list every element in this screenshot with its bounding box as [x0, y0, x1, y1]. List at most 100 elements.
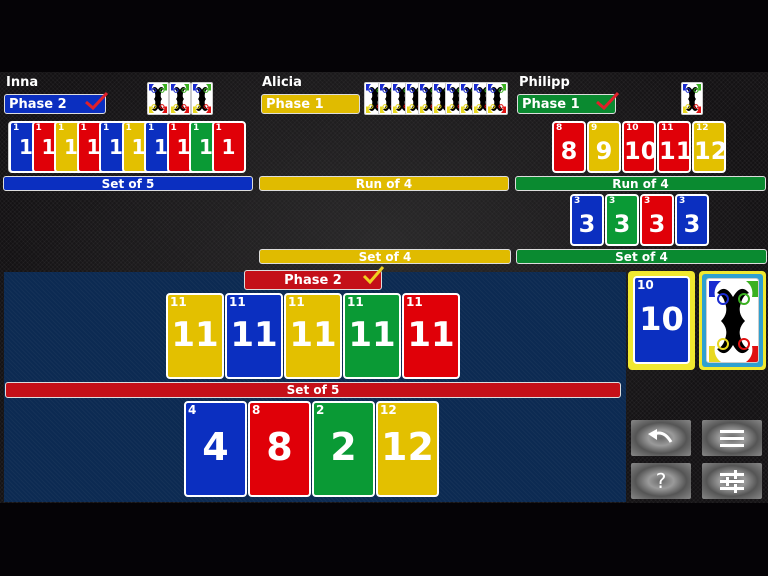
phase-label: Phase 2	[284, 273, 342, 288]
card-yellow-12[interactable]: 12 12	[692, 121, 726, 173]
card-blue-4[interactable]: 44	[184, 401, 247, 497]
phase-badge: Phase 1	[517, 91, 620, 114]
card-corner-value: 10	[626, 123, 639, 133]
card-corner-value: 11	[229, 295, 246, 309]
card-value: 11	[659, 137, 691, 165]
menu-button[interactable]	[702, 420, 762, 456]
card-corner-value: 1	[58, 123, 65, 133]
card-corner-value: 1	[215, 123, 222, 133]
card-back-icon	[191, 82, 213, 115]
card-red-8[interactable]: 88	[248, 401, 311, 497]
card-corner-value: 10	[637, 278, 654, 292]
card-red-11[interactable]: 11 11	[402, 293, 460, 379]
checkmark-icon	[596, 91, 620, 111]
settings-sliders-icon	[720, 470, 744, 493]
menu-icon	[720, 430, 744, 447]
phase-badge: Phase 2	[4, 91, 109, 114]
card-corner-value: 2	[316, 403, 325, 417]
card-red-10[interactable]: 10 10	[622, 121, 656, 173]
card-green-2[interactable]: 22	[312, 401, 375, 497]
card-blue-3[interactable]: 33	[570, 194, 604, 246]
card-back-icon	[169, 82, 191, 115]
game-table: Inna Phase 2 11111111111111111111 Set of…	[0, 72, 768, 503]
card-red-8[interactable]: 88	[552, 121, 586, 173]
card-corner-value: 1	[193, 123, 200, 133]
card-red-3[interactable]: 33	[640, 194, 674, 246]
card-yellow-11[interactable]: 11 11	[166, 293, 224, 379]
settings-button[interactable]	[702, 463, 762, 499]
card-corner-value: 1	[125, 123, 132, 133]
discard-pile[interactable]: 10 10	[628, 271, 695, 370]
card-value: 3	[683, 210, 701, 238]
card-back-icon	[147, 82, 169, 115]
card-corner-value: 8	[252, 403, 261, 417]
card-corner-value: 1	[13, 123, 20, 133]
player-name: Philipp	[519, 75, 570, 90]
card-value: 8	[266, 425, 293, 469]
card-value: 1	[221, 135, 236, 159]
card-value: 9	[595, 137, 613, 165]
card-red-11[interactable]: 11 11	[657, 121, 691, 173]
meld-label-bar: Set of 4	[516, 249, 767, 264]
card-value: 10	[624, 137, 656, 165]
card-corner-value: 8	[556, 123, 563, 133]
card-corner-value: 1	[80, 123, 87, 133]
card-blue-11[interactable]: 11 11	[225, 293, 283, 379]
meld-area[interactable]: 11111111111111111111	[8, 121, 246, 173]
help-button[interactable]: ?	[631, 463, 691, 499]
discard-top-card[interactable]: 10 10	[633, 276, 690, 364]
draw-pile[interactable]	[699, 271, 766, 370]
meld-label-bar: Set of 5	[3, 176, 253, 191]
card-back-icon	[706, 278, 759, 363]
card-value: 3	[648, 210, 666, 238]
card-corner-value: 4	[188, 403, 197, 417]
phase-label: Phase 2	[9, 97, 67, 112]
card-corner-value: 11	[347, 295, 364, 309]
card-corner-value: 11	[406, 295, 423, 309]
card-value: 4	[202, 425, 229, 469]
card-corner-value: 1	[170, 123, 177, 133]
help-icon: ?	[655, 469, 667, 493]
card-corner-value: 3	[574, 196, 581, 206]
card-corner-value: 1	[103, 123, 110, 133]
meld-label-bar[interactable]: Set of 5	[5, 382, 621, 398]
card-yellow-12[interactable]: 12 12	[376, 401, 439, 497]
card-green-3[interactable]: 33	[605, 194, 639, 246]
card-back-icon	[681, 82, 703, 115]
meld-label-bar[interactable]: Set of 4	[259, 249, 511, 264]
card-back-icon	[485, 82, 508, 115]
undo-button[interactable]	[631, 420, 691, 456]
card-corner-value: 11	[288, 295, 305, 309]
phase-badge: Phase 1	[261, 94, 360, 114]
player-name: Alicia	[262, 75, 302, 90]
meld-label-bar: Run of 4	[515, 176, 766, 191]
card-corner-value: 12	[380, 403, 397, 417]
card-value: 12	[381, 425, 434, 469]
card-corner-value: 1	[148, 123, 155, 133]
card-corner-value: 11	[170, 295, 187, 309]
card-yellow-9[interactable]: 99	[587, 121, 621, 173]
card-value: 3	[613, 210, 631, 238]
player-area: Phase 2 11 11 11 11 11 11 11 11 11 11 Set of 5 44…	[4, 266, 626, 502]
card-red-1[interactable]: 11	[211, 121, 246, 173]
card-green-11[interactable]: 11 11	[343, 293, 401, 379]
card-corner-value: 1	[35, 123, 42, 133]
card-value: 8	[560, 137, 578, 165]
meld-label-bar[interactable]: Run of 4	[259, 176, 509, 191]
card-corner-value: 3	[644, 196, 651, 206]
checkmark-icon	[362, 266, 385, 285]
card-value: 11	[289, 315, 337, 355]
card-corner-value: 3	[679, 196, 686, 206]
card-value: 11	[348, 315, 396, 355]
card-yellow-11[interactable]: 11 11	[284, 293, 342, 379]
card-blue-3[interactable]: 33	[675, 194, 709, 246]
card-value: 12	[694, 137, 726, 165]
card-value: 11	[230, 315, 278, 355]
card-value: 10	[639, 300, 684, 338]
phase-label: Phase 1	[266, 97, 324, 112]
card-value: 3	[578, 210, 596, 238]
checkmark-icon	[85, 91, 109, 111]
card-corner-value: 3	[609, 196, 616, 206]
card-corner-value: 11	[661, 123, 674, 133]
card-value: 2	[330, 425, 357, 469]
